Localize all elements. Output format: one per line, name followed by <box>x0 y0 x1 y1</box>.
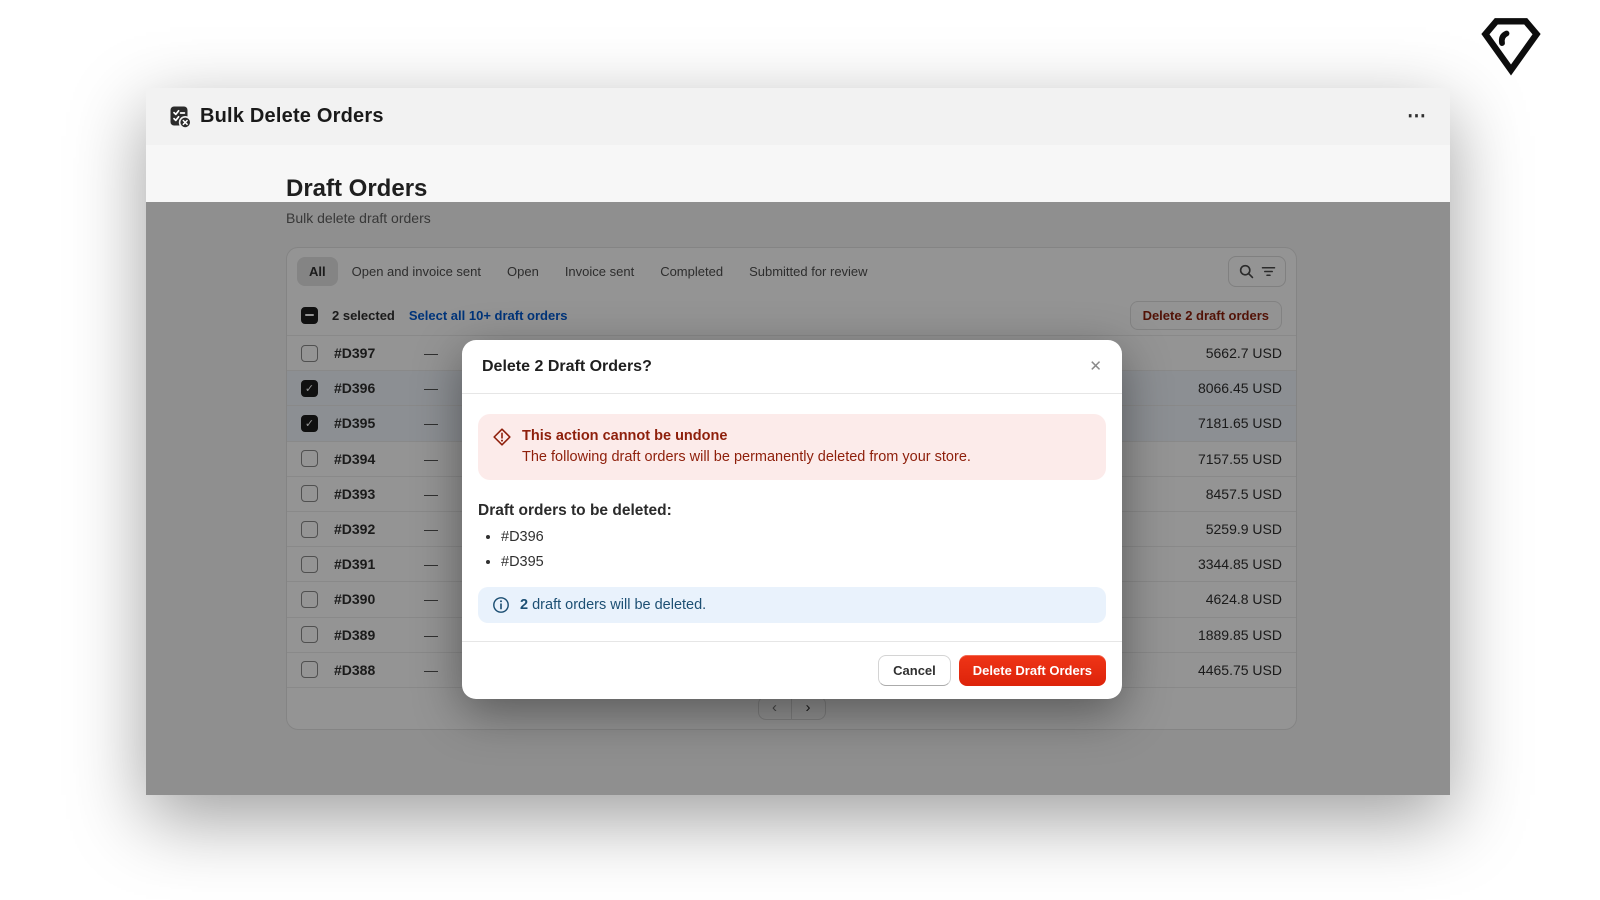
warning-message: The following draft orders will be perma… <box>522 449 971 465</box>
cancel-button[interactable]: Cancel <box>878 655 951 686</box>
app-header: Bulk Delete Orders ⋯ <box>146 88 1450 145</box>
delete-confirmation-modal: Delete 2 Draft Orders? ✕ This action can… <box>462 340 1122 699</box>
warning-banner: This action cannot be undone The followi… <box>478 414 1106 480</box>
modal-header: Delete 2 Draft Orders? ✕ <box>462 340 1122 394</box>
delete-list-heading: Draft orders to be deleted: <box>478 502 672 519</box>
modal-footer: Cancel Delete Draft Orders <box>462 641 1122 699</box>
app-title: Bulk Delete Orders <box>200 105 384 127</box>
gem-logo-icon <box>1481 18 1541 76</box>
page-title: Draft Orders <box>286 175 428 202</box>
info-count: 2 <box>520 597 529 613</box>
delete-draft-orders-button[interactable]: Delete Draft Orders <box>958 655 1106 686</box>
alert-diamond-icon <box>493 428 511 446</box>
window-menu-button[interactable]: ⋯ <box>1407 107 1428 126</box>
delete-list-item: #D396 <box>501 529 1106 545</box>
bulk-delete-app-icon <box>170 106 192 129</box>
close-icon[interactable]: ✕ <box>1089 359 1102 374</box>
info-message: draft orders will be deleted. <box>532 597 707 613</box>
info-circle-icon <box>493 597 509 613</box>
modal-title: Delete 2 Draft Orders? <box>482 357 652 375</box>
info-banner: 2 draft orders will be deleted. <box>478 587 1106 623</box>
delete-list: #D396 #D395 <box>478 529 1106 570</box>
delete-list-item: #D395 <box>501 554 1106 570</box>
warning-title: This action cannot be undone <box>522 428 728 444</box>
modal-body: This action cannot be undone The followi… <box>462 394 1122 641</box>
desktop-wallpaper: Bulk Delete Orders ⋯ Draft Orders Bulk d… <box>0 0 1600 900</box>
